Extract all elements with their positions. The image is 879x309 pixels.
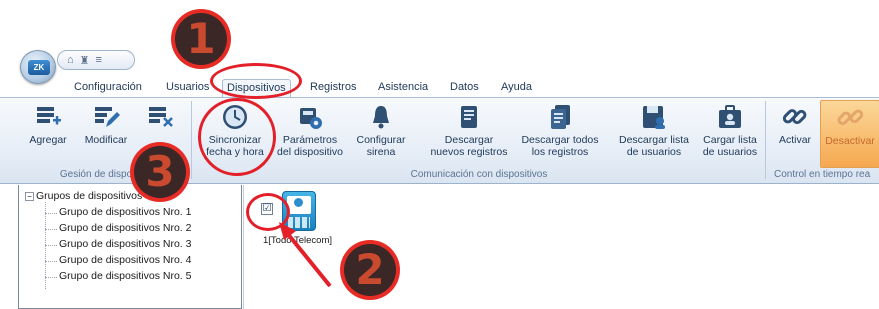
deactivate-label: Desactivar [825,135,875,147]
download-new-label-1: Descargar [444,134,494,146]
download-all-records-button[interactable]: Descargar todos los registros [518,102,602,168]
keypad-icon [288,217,310,228]
siren-label-1: Configurar [356,134,406,146]
configure-siren-button[interactable]: Configurar sirena [350,102,412,168]
add-device-icon [37,107,61,125]
tree-item-group-1[interactable]: Grupo de dispositivos Nro. 1 [59,206,191,218]
settings-icon [300,108,322,129]
edit-icon [95,107,120,127]
tree-root[interactable]: − Grupos de dispositivos [25,190,142,202]
collapse-icon[interactable]: − [25,191,34,201]
tree-connector [45,277,57,278]
annotation-badge-2: 2 [340,240,400,300]
badge-number: 2 [344,244,396,296]
tab-ayuda[interactable]: Ayuda [497,79,536,97]
tree-connector [45,261,57,262]
badge-number: 1 [175,13,227,65]
tab-registros[interactable]: Registros [306,79,360,97]
unlink-icon [837,109,864,126]
tree-item-group-5[interactable]: Grupo de dispositivos Nro. 5 [59,270,191,282]
download-users-label-2: de usuarios [626,146,682,158]
tree-connector [45,229,57,230]
bell-icon [373,106,389,129]
group-label-realtime: Control en tiempo rea [774,169,871,180]
siren-label-2: sirena [366,146,396,158]
tree-item-group-4[interactable]: Grupo de dispositivos Nro. 4 [59,254,191,266]
user-avatar-icon [294,198,303,207]
activate-button[interactable]: Activar [772,102,818,168]
tree-connector [45,213,57,214]
group-communication: Sincronizar fecha y hora Parámetros del … [192,98,766,184]
tab-configuracion[interactable]: Configuración [70,79,146,97]
parameters-label-2: del dispositivo [277,146,343,158]
upload-users-icon [719,105,741,128]
link-icon [782,109,807,125]
annotation-ring-checkbox [246,193,290,231]
ribbon-tabs: Configuración Usuarios Dispositivos Regi… [0,78,879,97]
activate-label: Activar [778,134,812,146]
app-logo: ZK [28,60,50,75]
tab-datos[interactable]: Datos [446,79,483,97]
annotation-badge-1: 1 [171,9,231,69]
home-icon[interactable]: ⌂ [67,54,74,66]
modify-button-label: Modificar [84,134,128,146]
annotation-ring-tab [210,63,302,99]
modify-button[interactable]: Modificar [80,102,132,168]
add-button-label: Agregar [29,134,67,146]
annotation-badge-3: 3 [130,142,190,202]
device-list-area [243,185,879,309]
download-new-label-2: nuevos registros [430,146,508,158]
menu-icon[interactable]: ≡ [96,54,102,66]
tree-item-group-3[interactable]: Grupo de dispositivos Nro. 3 [59,238,191,250]
upload-users-label-2: de usuarios [702,146,758,158]
delete-device-icon [149,107,173,127]
download-records-icon [461,106,477,128]
group-realtime-control: Activar Desactivar Control en tiempo rea [766,98,879,184]
people-icon[interactable]: ♜ [80,54,90,67]
tree-item-group-2[interactable]: Grupo de dispositivos Nro. 2 [59,222,191,234]
download-all-label-1: Descargar todos [521,134,599,146]
device-group-tree: − Grupos de dispositivos Grupo de disposi… [18,185,242,309]
title-bar: ZK ⌂ ♜ ≡ [0,0,879,84]
download-new-records-button[interactable]: Descargar nuevos registros [428,102,510,168]
tab-asistencia[interactable]: Asistencia [374,79,432,97]
tree-connector [45,245,57,246]
add-button[interactable]: Agregar [28,102,68,168]
tree-root-label: Grupos de dispositivos [36,190,143,202]
badge-number: 3 [134,146,186,198]
device-label: 1[Todo Telecom] [263,235,333,246]
download-all-label-2: los registros [531,146,589,158]
quick-access-toolbar: ⌂ ♜ ≡ [57,50,135,70]
upload-users-button[interactable]: Cargar lista de usuarios [698,102,762,168]
download-all-icon [551,105,570,129]
download-users-icon [643,106,665,129]
group-label-communication: Comunicación con dispositivos [410,169,548,180]
annotation-ring-sync [198,98,276,176]
parameters-label-1: Parámetros [282,134,338,146]
download-users-button[interactable]: Descargar lista de usuarios [616,102,692,168]
download-users-label-1: Descargar lista [618,134,690,146]
tab-usuarios[interactable]: Usuarios [162,79,213,97]
deactivate-button[interactable]: Desactivar [820,100,879,168]
upload-users-label-1: Cargar lista [703,134,757,146]
app-menu-button[interactable]: ZK [20,50,56,84]
device-parameters-button[interactable]: Parámetros del dispositivo [274,102,346,168]
